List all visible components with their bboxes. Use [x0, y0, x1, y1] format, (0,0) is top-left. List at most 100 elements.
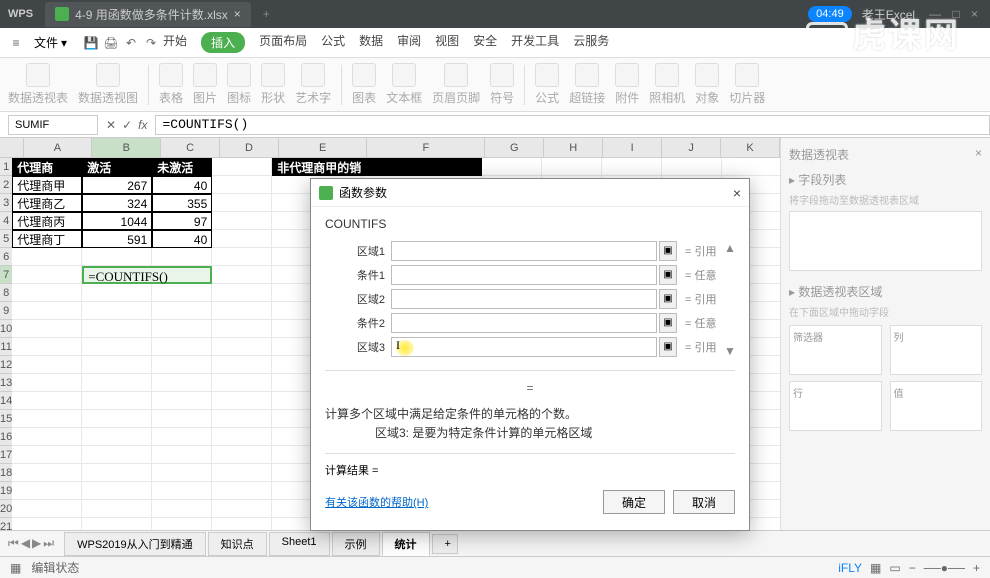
sheet-tab-1[interactable]: 知识点	[208, 532, 267, 556]
field-list-box[interactable]	[789, 211, 982, 271]
param-input-1[interactable]	[391, 265, 657, 285]
cell-A17[interactable]	[12, 446, 82, 464]
cell-A18[interactable]	[12, 464, 82, 482]
tool-7[interactable]: 图表	[352, 63, 376, 106]
fx-icon[interactable]: fx	[138, 118, 147, 132]
accept-formula-icon[interactable]: ✓	[122, 118, 132, 132]
tool-4[interactable]: 图标	[227, 63, 251, 106]
row-header-7[interactable]: 7	[0, 266, 12, 284]
cell-C12[interactable]	[152, 356, 212, 374]
cell-D6[interactable]	[212, 248, 272, 266]
cell-D7[interactable]	[212, 266, 272, 284]
col-header-G[interactable]: G	[485, 138, 544, 157]
tool-2[interactable]: 表格	[159, 63, 183, 106]
cell-C10[interactable]	[152, 320, 212, 338]
tool-14[interactable]: 照相机	[649, 63, 685, 106]
cell-A4[interactable]: 代理商丙	[12, 212, 82, 230]
cell-C6[interactable]	[152, 248, 212, 266]
save-icon[interactable]: 💾	[83, 35, 99, 51]
param-input-4[interactable]: I	[391, 337, 657, 357]
row-header-10[interactable]: 10	[0, 320, 12, 338]
cell-A8[interactable]	[12, 284, 82, 302]
sheet-tab-0[interactable]: WPS2019从入门到精通	[64, 532, 206, 556]
sheet-tab-3[interactable]: 示例	[332, 532, 380, 556]
select-all-corner[interactable]	[0, 138, 24, 157]
redo-icon[interactable]: ↷	[143, 35, 159, 51]
cell-A3[interactable]: 代理商乙	[12, 194, 82, 212]
row-header-16[interactable]: 16	[0, 428, 12, 446]
cell-B13[interactable]	[82, 374, 152, 392]
cell-A21[interactable]	[12, 518, 82, 530]
tool-0[interactable]: 数据透视表	[8, 63, 68, 106]
col-header-B[interactable]: B	[92, 138, 161, 157]
tool-11[interactable]: 公式	[535, 63, 559, 106]
doc-close-icon[interactable]: ×	[234, 7, 241, 21]
cell-C17[interactable]	[152, 446, 212, 464]
row-header-1[interactable]: 1	[0, 158, 12, 176]
ribbon-tab-6[interactable]: 视图	[435, 32, 459, 53]
cell-D20[interactable]	[212, 500, 272, 518]
cell-D2[interactable]	[212, 176, 272, 194]
cancel-button[interactable]: 取消	[673, 490, 735, 514]
undo-icon[interactable]: ↶	[123, 35, 139, 51]
range-select-icon[interactable]: ▣	[659, 265, 677, 285]
cell-G1[interactable]	[482, 158, 542, 176]
cell-A19[interactable]	[12, 482, 82, 500]
tool-9[interactable]: 页眉页脚	[432, 63, 480, 106]
ribbon-tab-5[interactable]: 审阅	[397, 32, 421, 53]
cell-B9[interactable]	[82, 302, 152, 320]
row-header-8[interactable]: 8	[0, 284, 12, 302]
cell-A13[interactable]	[12, 374, 82, 392]
cell-C19[interactable]	[152, 482, 212, 500]
cell-B20[interactable]	[82, 500, 152, 518]
zoom-slider[interactable]: ──●──	[924, 561, 965, 575]
cell-C16[interactable]	[152, 428, 212, 446]
cell-A9[interactable]	[12, 302, 82, 320]
row-header-6[interactable]: 6	[0, 248, 12, 266]
cell-A15[interactable]	[12, 410, 82, 428]
add-sheet-button[interactable]: +	[432, 534, 458, 554]
cell-C1[interactable]: 未激活	[152, 158, 212, 176]
cell-B10[interactable]	[82, 320, 152, 338]
cell-D3[interactable]	[212, 194, 272, 212]
row-header-19[interactable]: 19	[0, 482, 12, 500]
cell-B14[interactable]	[82, 392, 152, 410]
cell-D15[interactable]	[212, 410, 272, 428]
cell-D5[interactable]	[212, 230, 272, 248]
cell-J1[interactable]	[662, 158, 722, 176]
col-header-D[interactable]: D	[220, 138, 279, 157]
cell-C8[interactable]	[152, 284, 212, 302]
dialog-titlebar[interactable]: 函数参数 ×	[311, 179, 749, 207]
tool-12[interactable]: 超链接	[569, 63, 605, 106]
cell-D16[interactable]	[212, 428, 272, 446]
close-button[interactable]: ×	[971, 7, 978, 21]
cell-C11[interactable]	[152, 338, 212, 356]
name-box[interactable]: SUMIF	[8, 115, 98, 135]
col-header-H[interactable]: H	[544, 138, 603, 157]
tool-1[interactable]: 数据透视图	[78, 63, 138, 106]
cell-A1[interactable]: 代理商	[12, 158, 82, 176]
cell-C15[interactable]	[152, 410, 212, 428]
cell-C20[interactable]	[152, 500, 212, 518]
cell-C3[interactable]: 355	[152, 194, 212, 212]
tool-3[interactable]: 图片	[193, 63, 217, 106]
row-header-11[interactable]: 11	[0, 338, 12, 356]
zoom-out-icon[interactable]: −	[909, 561, 916, 575]
row-header-18[interactable]: 18	[0, 464, 12, 482]
tool-10[interactable]: 符号	[490, 63, 514, 106]
row-header-2[interactable]: 2	[0, 176, 12, 194]
sheet-first-icon[interactable]: ⏮	[8, 536, 19, 551]
param-input-3[interactable]	[391, 313, 657, 333]
cell-B2[interactable]: 267	[82, 176, 152, 194]
col-header-C[interactable]: C	[161, 138, 220, 157]
cell-C5[interactable]: 40	[152, 230, 212, 248]
param-input-2[interactable]	[391, 289, 657, 309]
cell-C13[interactable]	[152, 374, 212, 392]
cell-C4[interactable]: 97	[152, 212, 212, 230]
view-page-icon[interactable]: ▭	[889, 561, 900, 575]
cell-K1[interactable]	[722, 158, 780, 176]
col-header-J[interactable]: J	[662, 138, 721, 157]
file-menu[interactable]: 文件 ▾	[34, 34, 67, 51]
col-header-K[interactable]: K	[721, 138, 780, 157]
ribbon-tab-8[interactable]: 开发工具	[511, 32, 559, 53]
